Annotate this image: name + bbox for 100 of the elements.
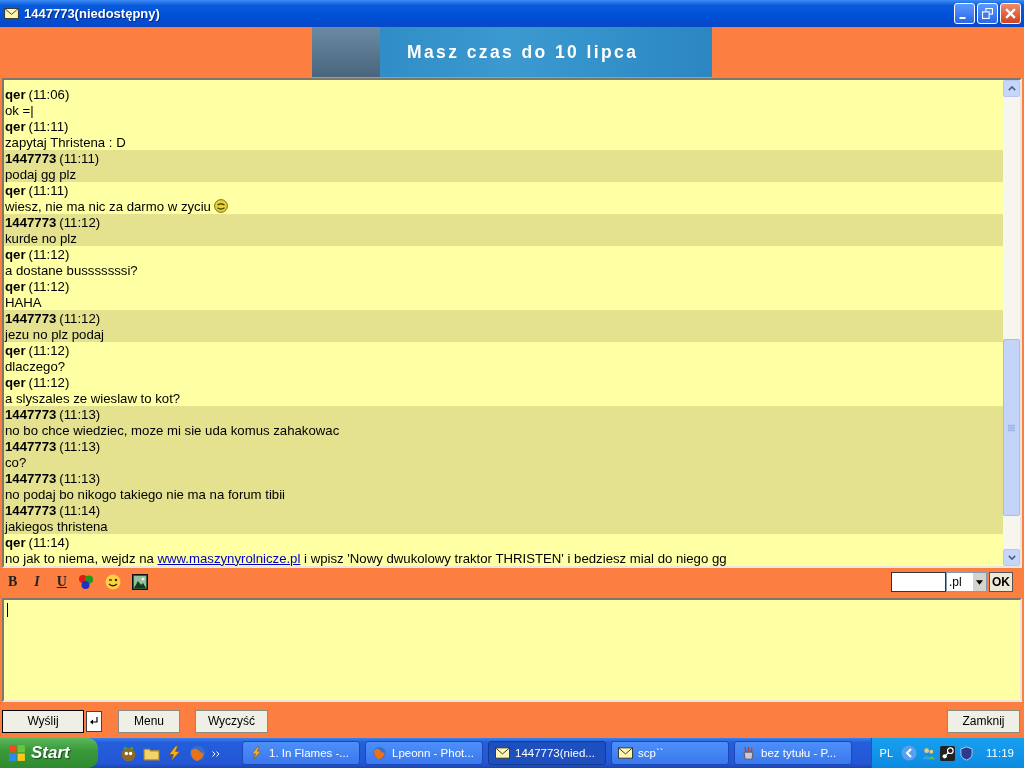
message-sender: 1447773 — [5, 406, 57, 422]
chevron-left-icon[interactable] — [901, 745, 918, 761]
start-label: Start — [31, 743, 70, 763]
grip-icon — [1008, 423, 1015, 432]
italic-button[interactable]: I — [32, 574, 42, 590]
bold-button[interactable]: B — [6, 574, 20, 590]
chevron-up-icon — [1007, 86, 1016, 91]
message-text: a dostane busssssssi? — [5, 262, 138, 278]
message-sender: 1447773 — [5, 470, 57, 486]
message-time: (11:06) — [28, 86, 70, 102]
message-sender: qer — [5, 246, 26, 262]
scroll-up-button[interactable] — [1003, 80, 1020, 97]
message-time: (11:13) — [59, 470, 101, 486]
message-time: (11:12) — [59, 214, 101, 230]
message-text: podaj gg plz — [5, 166, 77, 182]
scrollbar[interactable] — [1003, 80, 1020, 566]
message-input[interactable] — [2, 598, 1022, 702]
domain-input[interactable] — [891, 572, 946, 592]
underline-button[interactable]: U — [54, 574, 69, 590]
scroll-thumb[interactable] — [1003, 339, 1020, 516]
message-sender: 1447773 — [5, 438, 57, 454]
domain-dropdown[interactable]: .pl — [946, 572, 987, 592]
message-sender: qer — [5, 342, 26, 358]
message-sender: qer — [5, 182, 26, 198]
taskbar-button[interactable]: 1. In Flames -... — [242, 741, 360, 765]
domain-suffix: .pl — [948, 575, 962, 589]
message-sender: 1447773 — [5, 214, 57, 230]
send-on-enter-toggle[interactable] — [86, 710, 102, 732]
clear-button[interactable]: Wyczyść — [195, 709, 268, 733]
restore-button[interactable] — [977, 3, 998, 24]
message-text: zapytaj Thristena : D — [5, 134, 126, 150]
message-time: (11:11) — [28, 118, 69, 134]
message-time: (11:14) — [59, 502, 101, 518]
scroll-down-button[interactable] — [1003, 549, 1020, 566]
dropdown-arrow-icon — [976, 579, 983, 585]
message-text: kurde no plz — [5, 230, 77, 246]
winking-face-icon — [104, 574, 121, 590]
message-time: (11:11) — [28, 182, 69, 198]
taskbar-button[interactable]: scp`` — [611, 741, 729, 765]
close-button[interactable] — [1000, 3, 1021, 24]
language-indicator[interactable]: PL — [879, 747, 894, 759]
minimize-icon — [959, 17, 966, 19]
enter-icon — [89, 716, 99, 726]
message-text: jakiegos thristena — [5, 518, 108, 534]
message-sender: qer — [5, 86, 26, 102]
message-time: (11:12) — [28, 374, 70, 390]
message-text: HAHA — [5, 294, 42, 310]
message-time: (11:13) — [59, 406, 101, 422]
chevron-right-icon[interactable] — [212, 750, 220, 757]
creature-icon[interactable] — [120, 744, 137, 762]
message-sender: qer — [5, 534, 26, 550]
message-time: (11:12) — [28, 342, 70, 358]
paint-cup-icon — [741, 746, 756, 760]
message-sender: 1447773 — [5, 502, 57, 518]
message-time: (11:11) — [59, 150, 100, 166]
taskbar-button[interactable]: Lpeonn - Phot... — [365, 741, 483, 765]
message-sender: qer — [5, 374, 26, 390]
picture-icon — [131, 574, 148, 590]
message-text: no jak to niema, wejdz na www.maszynyrolnicze.pl i wpisz 'Nowy dwukolowy traktor THRISTEN' i bedziesz mial do niego gg — [5, 550, 727, 566]
clock: 11:19 — [986, 747, 1014, 759]
message-text: no bo chce wiedziec, moze mi sie uda komus zahakowac — [5, 422, 340, 438]
ok-button[interactable]: OK — [989, 572, 1013, 592]
message-time: (11:12) — [28, 246, 70, 262]
windows-flag-icon — [8, 744, 26, 762]
taskbar-button[interactable]: bez tytułu - P... — [734, 741, 852, 765]
envelope-icon — [618, 746, 633, 760]
ad-banner[interactable]: Masz czas do 10 lipca — [312, 27, 712, 77]
lightning-icon[interactable] — [166, 744, 183, 762]
envelope-icon — [4, 8, 19, 19]
color-circles-icon — [77, 574, 94, 590]
message-sender: qer — [5, 278, 26, 294]
photo-placeholder — [312, 27, 380, 77]
send-button[interactable]: Wyślij — [2, 709, 84, 733]
start-button[interactable]: Start — [0, 738, 98, 768]
message-sender: 1447773 — [5, 310, 57, 326]
globe-icon — [372, 746, 387, 760]
message-text: wiesz, nie ma nic za darmo w zyciu — [5, 198, 211, 214]
message-link[interactable]: www.maszynyrolnicze.pl — [157, 550, 301, 566]
envelope-icon — [495, 746, 510, 760]
taskbar-button[interactable]: 1447773(nied... — [488, 741, 606, 765]
menu-button[interactable]: Menu — [118, 709, 180, 733]
smiley-icon — [213, 199, 228, 213]
window-title: 1447773(niedostępny) — [24, 6, 161, 21]
close-window-button[interactable]: Zamknij — [947, 709, 1020, 733]
message-text: jezu no plz podaj — [5, 326, 104, 342]
message-text: dlaczego? — [5, 358, 66, 374]
minimize-button[interactable] — [954, 3, 975, 24]
dropdown-button[interactable] — [973, 573, 986, 591]
banner-text: Masz czas do 10 lipca — [407, 41, 639, 63]
shield-icon[interactable] — [959, 745, 975, 761]
message-text: ok =| — [5, 102, 34, 118]
message-time: (11:12) — [59, 310, 101, 326]
steam-icon[interactable] — [940, 745, 956, 761]
image-button[interactable] — [129, 574, 150, 590]
restore-icon — [982, 8, 993, 19]
message-sender: 1447773 — [5, 150, 57, 166]
close-icon — [1005, 8, 1016, 19]
lightning-icon — [249, 746, 264, 760]
message-text: no podaj bo nikogo takiego nie ma na forum tibii — [5, 486, 286, 502]
message-time: (11:12) — [28, 278, 70, 294]
